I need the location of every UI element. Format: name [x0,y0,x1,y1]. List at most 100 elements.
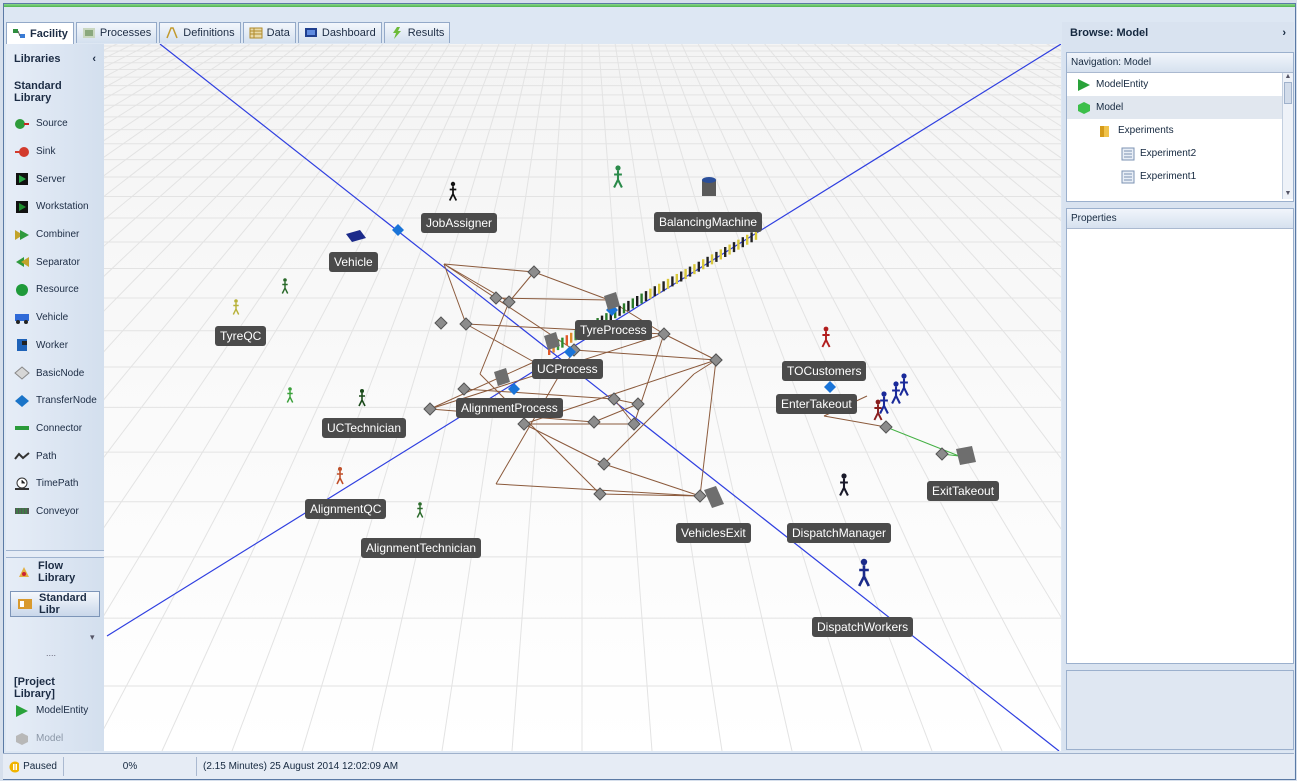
library-item-label: Resource [36,284,79,296]
collapse-panel-icon[interactable]: ‹ [92,53,96,65]
facility-3d-view[interactable]: JobAssigner BalancingMachine Vehicle Tyr… [104,44,1061,751]
label-uc-process[interactable]: UCProcess [532,359,603,379]
standard-library-icon [18,599,32,609]
library-item-basicnode[interactable]: BasicNode [6,359,104,387]
label-to-customers[interactable]: TOCustomers [782,361,867,381]
queued-entity [666,278,670,289]
results-icon [392,27,401,39]
tree-item-experiment1[interactable]: Experiment1 [1067,165,1293,188]
folder-icon [1100,125,1109,137]
model-entity-icon [16,704,28,717]
queued-entity [702,259,705,270]
pause-icon [9,761,20,772]
library-splitter[interactable] [6,550,104,558]
library-item-sink[interactable]: Sink [6,138,104,166]
library-item-conveyor[interactable]: Conveyor [6,498,104,526]
description-panel [1066,670,1294,750]
library-item-separator[interactable]: Separator [6,248,104,276]
tab-definitions[interactable]: Definitions [159,22,241,43]
library-item-label: Conveyor [36,505,79,517]
label-vehicles-exit[interactable]: VehiclesExit [676,523,751,543]
label-alignment-qc[interactable]: AlignmentQC [305,499,387,519]
scroll-up-icon[interactable]: ▲ [1283,73,1293,80]
tab-facility[interactable]: Facility [6,22,74,44]
queued-entity [662,281,665,292]
model-entity-icon [1078,78,1090,91]
transfer-node-icon [15,394,29,407]
experiment-icon [1121,170,1135,183]
label-tyre-qc[interactable]: TyreQC [215,326,267,346]
library-item-connector[interactable]: Connector [6,415,104,443]
combiner-icon [15,229,29,240]
sink-icon [15,146,29,157]
library-item-label: Workstation [36,201,89,213]
run-state[interactable]: Paused [3,757,64,776]
scroll-thumb[interactable] [1284,82,1292,104]
tab-dashboard[interactable]: Dashboard [297,22,382,43]
library-item-transfernode[interactable]: TransferNode [6,387,104,415]
libraries-panel: Libraries ‹ Standard Library Source Sink S… [6,44,105,751]
library-item-server[interactable]: Server [6,165,104,193]
tree-item-experiments[interactable]: Experiments [1067,119,1293,142]
label-vehicle[interactable]: Vehicle [329,252,378,272]
library-item-workstation[interactable]: Workstation [6,193,104,221]
label-exit-takeout[interactable]: ExitTakeout [927,481,1000,501]
balancing-machine-object[interactable] [702,177,716,196]
library-item-timepath[interactable]: TimePath [6,470,104,498]
label-tyre-process[interactable]: TyreProcess [575,320,652,340]
tab-data[interactable]: Data [242,22,296,43]
standard-library-heading: Standard Library [14,80,62,104]
library-item-resource[interactable]: Resource [6,276,104,304]
queued-entity [640,293,643,304]
library-item-path[interactable]: Path [6,442,104,470]
flow-library-icon [19,567,29,577]
label-alignment-process[interactable]: AlignmentProcess [456,398,563,418]
properties-panel: Properties [1066,208,1294,664]
queued-entity [680,271,683,282]
definitions-icon [166,27,178,39]
scroll-down-icon[interactable]: ▼ [1283,190,1293,197]
more-dots: .... [46,648,57,658]
browse-panel: Browse: Model › Navigation: Model ModelE… [1062,22,1294,751]
label-dispatch-manager[interactable]: DispatchManager [787,523,892,543]
label-uc-technician[interactable]: UCTechnician [322,418,407,438]
tree-item-modelentity[interactable]: ModelEntity [1067,73,1293,96]
queued-entity [710,254,714,265]
browse-header: Browse: Model › [1062,22,1294,44]
flow-library-button[interactable]: Flow Library [10,559,100,585]
library-item-label: Worker [36,339,69,351]
processes-icon [82,28,95,38]
library-item-label: Separator [36,256,80,268]
queued-entity [631,298,634,309]
tab-results[interactable]: Results [383,22,451,43]
queued-entity [741,237,744,248]
tab-processes[interactable]: Processes [75,22,158,43]
queued-entity [658,283,661,294]
standard-library-button[interactable]: Standard Libr [10,591,100,617]
project-item-model[interactable]: Model [6,725,104,753]
tree-item-model[interactable]: Model [1067,96,1293,119]
label-balancing-machine[interactable]: BalancingMachine [654,212,763,232]
queued-entity [693,264,696,275]
resource-icon [16,283,28,296]
label-enter-takeout[interactable]: EnterTakeout [776,394,857,414]
library-item-combiner[interactable]: Combiner [6,221,104,249]
library-item-worker[interactable]: Worker [6,332,104,360]
queued-entity [565,335,568,346]
timepath-icon [15,477,29,490]
label-alignment-technician[interactable]: AlignmentTechnician [361,538,482,558]
navigation-scrollbar[interactable]: ▲ ▼ [1282,73,1293,199]
server-icon [16,173,28,186]
project-item-model-entity[interactable]: ModelEntity [6,697,104,725]
library-item-label: Combiner [36,229,80,241]
basic-node-icon [14,366,30,380]
queued-entity [732,242,736,253]
library-item-vehicle[interactable]: Vehicle [6,304,104,332]
label-job-assigner[interactable]: JobAssigner [421,213,498,233]
tree-item-experiment2[interactable]: Experiment2 [1067,142,1293,165]
chevron-down-icon[interactable]: ▾ [90,632,95,643]
chevron-right-icon[interactable]: › [1282,27,1286,39]
label-dispatch-workers[interactable]: DispatchWorkers [812,617,914,637]
library-item-source[interactable]: Source [6,110,104,138]
tree-item-label: Experiments [1118,125,1174,136]
